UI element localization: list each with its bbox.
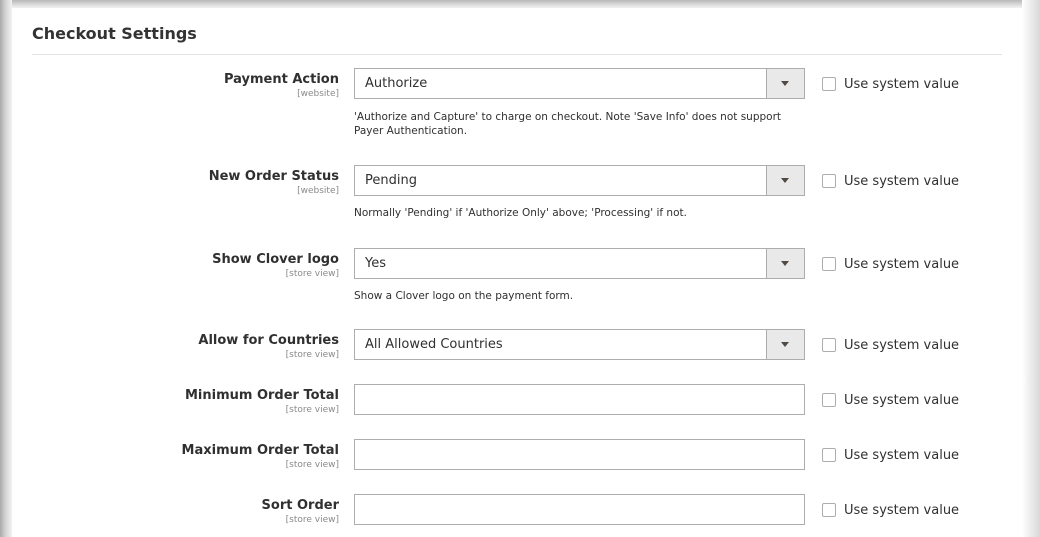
scope-label: [website]: [297, 89, 339, 99]
select-value: Authorize: [365, 76, 428, 91]
scope-label: [store view]: [285, 405, 339, 415]
checkbox[interactable]: [822, 174, 836, 188]
checkbox[interactable]: [822, 503, 836, 517]
checkbox[interactable]: [822, 448, 836, 462]
use-system-value[interactable]: Use system value: [822, 392, 959, 408]
section-divider: [32, 54, 1002, 55]
use-system-value[interactable]: Use system value: [822, 76, 959, 92]
checkbox[interactable]: [822, 257, 836, 271]
use-system-value[interactable]: Use system value: [822, 337, 959, 353]
use-system-value-label: Use system value: [844, 392, 960, 408]
sort-order-input[interactable]: [354, 494, 805, 525]
use-system-value[interactable]: Use system value: [822, 502, 959, 518]
scope-label: [store view]: [285, 350, 339, 360]
select-value: Pending: [365, 173, 417, 188]
chevron-down-icon: [781, 178, 789, 183]
allow-for-countries-select[interactable]: All Allowed Countries: [354, 329, 805, 360]
dropdown-toggle[interactable]: [766, 330, 804, 359]
field-label: Sort Order: [261, 498, 339, 513]
chevron-down-icon: [781, 261, 789, 266]
field-label: Allow for Countries: [198, 333, 339, 348]
field-label: Payment Action: [223, 72, 339, 87]
chevron-down-icon: [781, 81, 789, 86]
window-shadow-left: [0, 0, 12, 537]
window-shadow-right: [1022, 0, 1040, 537]
scope-label: [website]: [297, 186, 339, 196]
checkout-settings-panel: Checkout Settings Payment Action [websit…: [12, 8, 1022, 537]
field-note: 'Authorize and Capture' to charge on che…: [354, 111, 782, 137]
chevron-down-icon: [781, 342, 789, 347]
minimum-order-total-input[interactable]: [354, 384, 805, 415]
use-system-value[interactable]: Use system value: [822, 447, 959, 463]
checkbox[interactable]: [822, 393, 836, 407]
dropdown-toggle[interactable]: [766, 249, 804, 278]
use-system-value-label: Use system value: [844, 337, 960, 353]
dropdown-toggle[interactable]: [766, 166, 804, 195]
field-note: Normally 'Pending' if 'Authorize Only' a…: [354, 207, 687, 219]
use-system-value-label: Use system value: [844, 256, 960, 272]
use-system-value-label: Use system value: [844, 76, 960, 92]
scope-label: [store view]: [285, 269, 339, 279]
field-label: Minimum Order Total: [184, 388, 339, 403]
use-system-value-label: Use system value: [844, 447, 960, 463]
use-system-value-label: Use system value: [844, 173, 960, 189]
show-clover-logo-select[interactable]: Yes: [354, 248, 805, 279]
new-order-status-select[interactable]: Pending: [354, 165, 805, 196]
select-value: All Allowed Countries: [365, 337, 503, 352]
section-title: Checkout Settings: [32, 24, 197, 43]
scope-label: [store view]: [285, 515, 339, 525]
maximum-order-total-input[interactable]: [354, 439, 805, 470]
field-label: New Order Status: [208, 169, 339, 184]
use-system-value[interactable]: Use system value: [822, 173, 959, 189]
dropdown-toggle[interactable]: [766, 69, 804, 98]
field-label: Show Clover logo: [212, 252, 339, 267]
checkbox[interactable]: [822, 77, 836, 91]
field-note: Show a Clover logo on the payment form.: [354, 290, 574, 302]
checkbox[interactable]: [822, 338, 836, 352]
use-system-value-label: Use system value: [844, 502, 960, 518]
payment-action-select[interactable]: Authorize: [354, 68, 805, 99]
use-system-value[interactable]: Use system value: [822, 256, 959, 272]
scope-label: [store view]: [285, 460, 339, 470]
select-value: Yes: [365, 256, 386, 271]
field-label: Maximum Order Total: [181, 443, 339, 458]
